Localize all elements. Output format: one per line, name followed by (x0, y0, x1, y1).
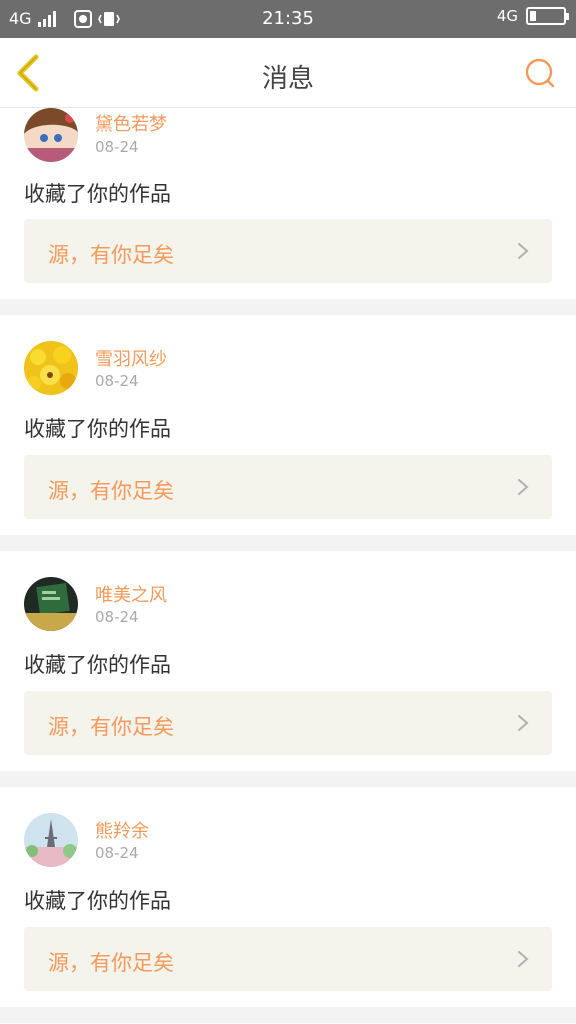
message-item: 熊羚余 08-24 收藏了你的作品 源，有你足矣 (0, 787, 576, 1007)
message-date: 08-24 (95, 608, 139, 626)
action-text: 收藏了你的作品 (24, 889, 171, 913)
item-separator (0, 1007, 576, 1023)
avatar[interactable] (24, 577, 78, 631)
message-date: 08-24 (95, 138, 139, 156)
message-list[interactable]: 黛色若梦 08-24 收藏了你的作品 源，有你足矣 雪羽风纱 08-24 收藏了… (0, 108, 576, 1024)
user-name[interactable]: 黛色若梦 (95, 110, 167, 136)
search-button[interactable] (522, 55, 558, 91)
work-link[interactable]: 源，有你足矣 (24, 455, 552, 519)
message-date: 08-24 (95, 844, 139, 862)
status-right: 4G (496, 7, 569, 25)
user-name[interactable]: 熊羚余 (95, 817, 149, 843)
avatar[interactable] (24, 813, 78, 867)
work-link[interactable]: 源，有你足矣 (24, 691, 552, 755)
action-text: 收藏了你的作品 (24, 417, 171, 441)
action-text: 收藏了你的作品 (24, 182, 171, 206)
action-text: 收藏了你的作品 (24, 653, 171, 677)
page-title: 消息 (261, 64, 314, 94)
status-time: 21:35 (262, 8, 314, 29)
battery-icon (526, 7, 569, 25)
search-icon (525, 58, 555, 88)
message-item: 黛色若梦 08-24 收藏了你的作品 源，有你足矣 (0, 108, 576, 299)
work-link[interactable]: 源，有你足矣 (24, 927, 552, 991)
work-title: 源，有你足矣 (48, 479, 174, 503)
user-name[interactable]: 雪羽风纱 (95, 345, 167, 371)
user-name[interactable]: 唯美之风 (95, 581, 167, 607)
chevron-right-icon (518, 243, 529, 259)
nav-bar: 消息 (0, 38, 576, 108)
chevron-right-icon (518, 479, 529, 495)
item-separator (0, 771, 576, 787)
item-separator (0, 535, 576, 551)
message-date: 08-24 (95, 372, 139, 390)
item-separator (0, 299, 576, 315)
status-bar: 4G 21:35 4G (0, 0, 576, 38)
work-title: 源，有你足矣 (48, 951, 174, 975)
avatar[interactable] (24, 341, 78, 395)
work-title: 源，有你足矣 (48, 243, 174, 267)
avatar[interactable] (24, 108, 78, 162)
work-link[interactable]: 源，有你足矣 (24, 219, 552, 283)
work-title: 源，有你足矣 (48, 715, 174, 739)
chevron-right-icon (518, 951, 529, 967)
message-item: 唯美之风 08-24 收藏了你的作品 源，有你足矣 (0, 551, 576, 771)
network-type-right: 4G (496, 7, 518, 25)
chevron-right-icon (518, 715, 529, 731)
message-item: 雪羽风纱 08-24 收藏了你的作品 源，有你足矣 (0, 315, 576, 535)
